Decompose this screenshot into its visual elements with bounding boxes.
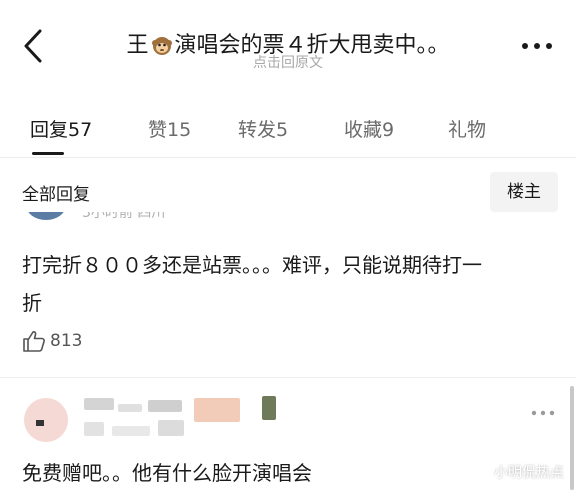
redacted-meta (158, 420, 184, 436)
tab-count: 15 (167, 119, 192, 141)
comment-text-line: 打完折８００多还是站票。。。难评，只能说期待打一 (22, 253, 482, 277)
tab-label: 收藏 (344, 119, 383, 141)
watermark-text: 小明侃热点 (494, 465, 564, 481)
redacted-meta (112, 426, 150, 436)
top-bar: 王 演唱会的票４折大甩卖中。。 点击回原文 (0, 0, 576, 80)
comment-text: 免费赠吧。。他有什么脸开演唱会 (22, 461, 312, 485)
tab-count: 57 (68, 119, 93, 141)
avatar[interactable] (24, 398, 68, 442)
like-count: 813 (50, 331, 83, 351)
thumbs-up-icon (23, 331, 45, 352)
interaction-tabs: 回复57 赞15 转发5 收藏9 礼物 (0, 102, 576, 158)
more-options-icon[interactable] (520, 38, 554, 54)
watermark: 小明侃热点 (474, 462, 564, 482)
redacted-badge (194, 398, 240, 422)
all-replies-bar: 全部回复 楼主 (0, 162, 576, 218)
redacted-meta (84, 422, 104, 436)
tab-favorites[interactable]: 收藏9 (344, 115, 394, 142)
active-tab-indicator (32, 152, 64, 155)
redacted-username (118, 404, 142, 412)
redacted-username (148, 400, 182, 412)
comment-more-icon[interactable] (530, 408, 556, 418)
tab-replies[interactable]: 回复57 (30, 115, 92, 142)
redacted-username (84, 398, 114, 410)
comment-divider (0, 377, 576, 378)
tab-count: 9 (382, 119, 395, 141)
avatar[interactable] (26, 212, 66, 220)
avatar-detail (36, 420, 44, 426)
scrollbar[interactable] (570, 386, 574, 490)
all-replies-title: 全部回复 (22, 185, 90, 205)
redacted-badge (262, 396, 276, 420)
watermark-logo-icon (474, 464, 490, 480)
tab-likes[interactable]: 赞15 (148, 115, 191, 142)
tab-label: 赞 (148, 119, 168, 141)
tab-label: 转发 (238, 119, 277, 141)
comment-header-clipped: 3小时前 四川 (0, 212, 576, 224)
tab-gifts[interactable]: 礼物 (448, 115, 486, 142)
comment-text-line: 折 (22, 291, 42, 315)
comment-meta: 3小时前 四川 (82, 212, 166, 221)
tab-count: 5 (276, 119, 289, 141)
view-original-link[interactable]: 点击回原文 (0, 52, 576, 72)
tab-label: 回复 (30, 119, 69, 141)
tab-label: 礼物 (448, 119, 487, 141)
comment-text: 打完折８００多还是站票。。。难评，只能说期待打一 折 (22, 246, 562, 322)
owner-only-button[interactable]: 楼主 (490, 172, 558, 212)
tab-reposts[interactable]: 转发5 (238, 115, 288, 142)
